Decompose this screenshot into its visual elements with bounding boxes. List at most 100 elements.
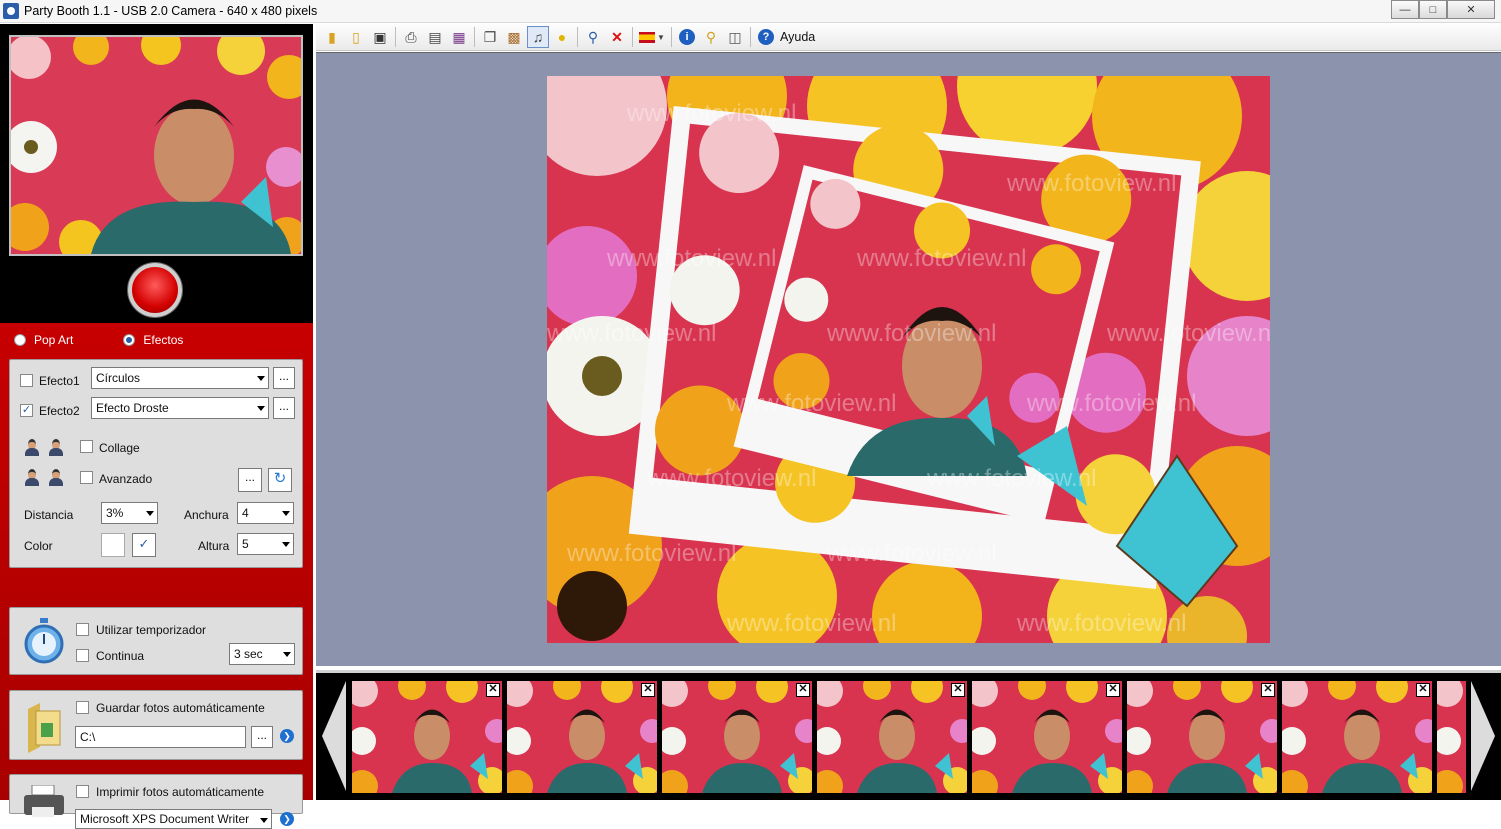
remove-thumbnail-icon[interactable]: ✕: [1416, 683, 1430, 697]
watermark: www.fotoview.nl: [826, 320, 996, 347]
minimize-button[interactable]: —: [1391, 0, 1419, 19]
thumbnail[interactable]: ✕: [817, 681, 967, 793]
help-label[interactable]: Ayuda: [780, 30, 815, 44]
thumbnail[interactable]: ✕: [972, 681, 1122, 793]
mode-selector: Pop Art Efectos: [14, 333, 183, 347]
print-label: Imprimir fotos automáticamente: [96, 785, 265, 799]
save-checkbox[interactable]: [76, 701, 89, 714]
chevron-down-icon: [260, 818, 268, 823]
save-path-input[interactable]: C:\: [75, 726, 246, 748]
copy-icon[interactable]: ❐: [479, 26, 501, 48]
thumbnail[interactable]: ✕: [662, 681, 812, 793]
cart-icon[interactable]: ◫: [724, 26, 746, 48]
print-checkbox[interactable]: [76, 785, 89, 798]
watermark: www.fotoview.nl: [1106, 320, 1270, 347]
anchura-select[interactable]: 4: [237, 502, 294, 524]
remove-thumbnail-icon[interactable]: ✕: [486, 683, 500, 697]
watermark: www.fotoview.nl: [1016, 610, 1186, 637]
color-swatch[interactable]: [101, 533, 125, 557]
efecto2-value: Efecto Droste: [96, 401, 169, 415]
printer-select[interactable]: Microsoft XPS Document Writer: [75, 809, 272, 829]
avanzado-checkbox[interactable]: [80, 471, 93, 484]
radio-efectos[interactable]: Efectos: [123, 333, 183, 347]
arrow-right-icon[interactable]: ❯: [280, 812, 294, 826]
remove-thumbnail-icon[interactable]: ✕: [1261, 683, 1275, 697]
scroll-right-arrow[interactable]: [1471, 681, 1495, 791]
delete-icon[interactable]: ✕: [606, 26, 628, 48]
remove-thumbnail-icon[interactable]: ✕: [951, 683, 965, 697]
avanzado-options-button[interactable]: ...: [238, 468, 262, 492]
info-icon[interactable]: i: [676, 26, 698, 48]
thumbnail[interactable]: ✕: [1127, 681, 1277, 793]
person-icon: [47, 468, 65, 486]
thumbnail[interactable]: ✕: [1282, 681, 1432, 793]
altura-label: Altura: [198, 539, 230, 553]
efecto1-select[interactable]: Círculos: [91, 367, 269, 389]
thumbnail[interactable]: ✕: [352, 681, 502, 793]
chevron-down-icon: [146, 511, 154, 516]
settings-panel: Pop Art Efectos Efecto1 Círculos ... ✓ E…: [0, 323, 313, 829]
printer-icon: [24, 785, 64, 817]
efecto2-options-button[interactable]: ...: [273, 397, 295, 419]
watermark: www.fotoview.nl: [646, 465, 816, 492]
thumbnail[interactable]: ✕: [507, 681, 657, 793]
folder-icon: [28, 703, 61, 753]
lightbulb-icon[interactable]: ●: [551, 26, 573, 48]
radio-efectos-dot[interactable]: [123, 334, 136, 346]
efecto1-checkbox[interactable]: [20, 374, 33, 387]
efecto1-options-button[interactable]: ...: [273, 367, 295, 389]
print-box: Imprimir fotos automáticamente Microsoft…: [9, 774, 303, 829]
record-button[interactable]: [128, 263, 182, 317]
thumbnail[interactable]: [1437, 681, 1466, 793]
scroll-left-arrow[interactable]: [322, 681, 346, 791]
browse-folder-button[interactable]: ...: [251, 726, 273, 748]
arrow-right-icon[interactable]: ❯: [280, 729, 294, 743]
watermark: www.fotoview.nl: [1006, 170, 1176, 197]
altura-select[interactable]: 5: [237, 533, 294, 555]
thumbnail-image: [507, 681, 657, 793]
left-panel: Pop Art Efectos Efecto1 Círculos ... ✓ E…: [0, 24, 313, 829]
toolbar: ▮ ▯ ▣ ⎙ ▤ ▦ ❐ ▩ ♫ ● ⚲ ✕ ▼ i ⚲ ◫ ? Ayuda: [316, 24, 1501, 51]
watermark: www.fotoview.nl: [826, 540, 996, 567]
efecto1-value: Círculos: [96, 371, 141, 385]
eyedropper-button[interactable]: ✓: [132, 533, 156, 557]
radio-pop-art-dot[interactable]: [14, 334, 26, 346]
language-flag-icon[interactable]: ▼: [637, 26, 667, 48]
remove-thumbnail-icon[interactable]: ✕: [1106, 683, 1120, 697]
efecto2-select[interactable]: Efecto Droste: [91, 397, 269, 419]
printer-value: Microsoft XPS Document Writer: [80, 812, 250, 826]
efecto2-checkbox[interactable]: ✓: [20, 404, 33, 417]
print-icon[interactable]: ⎙: [400, 26, 422, 48]
help-icon[interactable]: ?: [755, 26, 777, 48]
timer-box: Utilizar temporizador Continua 3 sec: [9, 607, 303, 675]
watermark: www.fotoview.nl: [726, 610, 896, 637]
key-icon[interactable]: ⚲: [700, 26, 722, 48]
close-button[interactable]: ✕: [1447, 0, 1495, 19]
clipboard-icon[interactable]: ▩: [503, 26, 525, 48]
remove-thumbnail-icon[interactable]: ✕: [641, 683, 655, 697]
timer-checkbox[interactable]: [76, 623, 89, 636]
open-folder-icon[interactable]: ▮: [321, 26, 343, 48]
remove-thumbnail-icon[interactable]: ✕: [796, 683, 810, 697]
watermark: www.fotoview.nl: [606, 245, 776, 272]
altura-value: 5: [242, 537, 249, 551]
person-icon: [23, 468, 41, 486]
interval-select[interactable]: 3 sec: [229, 643, 295, 665]
watermark: www.fotoview.nl: [547, 320, 716, 347]
thumbnail-strip: ✕ ✕ ✕ ✕ ✕ ✕ ✕: [316, 670, 1501, 800]
collage-checkbox[interactable]: [80, 440, 93, 453]
maximize-button[interactable]: □: [1419, 0, 1447, 19]
continua-checkbox[interactable]: [76, 649, 89, 662]
refresh-button[interactable]: ↻: [268, 468, 292, 492]
watermark: www.fotoview.nl: [1026, 390, 1196, 417]
save-icon[interactable]: ▣: [369, 26, 391, 48]
print-preview-icon[interactable]: ▤: [424, 26, 446, 48]
distancia-select[interactable]: 3%: [101, 502, 158, 524]
watermark: www.fotoview.nl: [926, 465, 1096, 492]
watermark: www.fotoview.nl: [726, 390, 896, 417]
search-icon[interactable]: ⚲: [582, 26, 604, 48]
open-multiple-icon[interactable]: ▯: [345, 26, 367, 48]
sound-icon[interactable]: ♫: [527, 26, 549, 48]
film-icon[interactable]: ▦: [448, 26, 470, 48]
radio-pop-art[interactable]: Pop Art: [14, 333, 73, 347]
